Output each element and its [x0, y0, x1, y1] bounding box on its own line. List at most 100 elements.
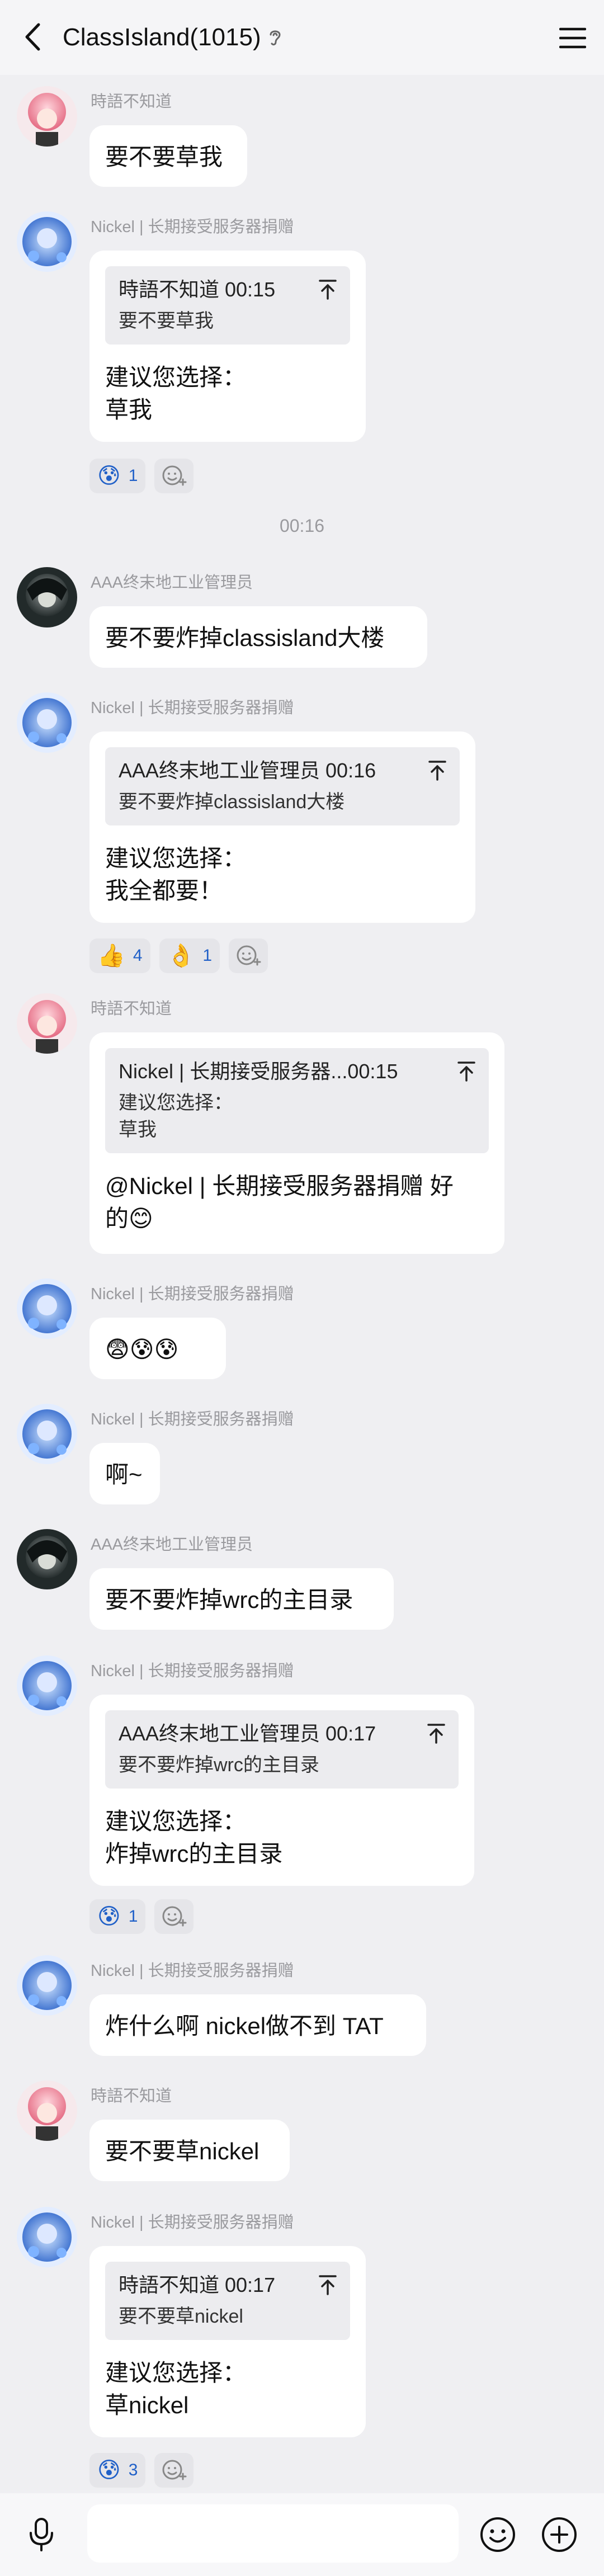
message-bubble[interactable]: 要不要草我 [89, 125, 247, 187]
arrow-up-to-line-icon[interactable] [318, 279, 338, 301]
message-bubble[interactable]: Nickel | 长期接受服务器...00:15 建议您选择： 草我 @Nick… [89, 1032, 504, 1254]
voice-button[interactable] [22, 2516, 60, 2554]
quote-body: 建议您选择： 草我 [119, 1089, 476, 1143]
message-text: 我全都要！ [105, 877, 223, 904]
reaction-emoji: 👍 [97, 943, 125, 968]
add-reaction-button[interactable] [154, 1899, 194, 1934]
avatar[interactable] [17, 1404, 77, 1464]
reaction-emoji: 😰 [97, 2458, 121, 2483]
quoted-message[interactable]: AAA终末地工业管理员 00:16 要不要炸掉classisland大楼 [105, 747, 460, 825]
quoted-message[interactable]: AAA终末地工业管理员 00:17 要不要炸掉wrc的主目录 [105, 1710, 459, 1789]
quoted-message[interactable]: Nickel | 长期接受服务器...00:15 建议您选择： 草我 [105, 1048, 489, 1153]
avatar[interactable] [17, 211, 77, 272]
quote-header: 時語不知道 00:15 [119, 278, 276, 301]
quote-line: 要不要炸掉wrc的主目录 [119, 1754, 319, 1776]
quote-line: 要不要草我 [119, 310, 214, 332]
quote-line: 要不要炸掉classisland大楼 [119, 791, 345, 813]
avatar[interactable] [17, 567, 77, 628]
reaction-count: 4 [133, 946, 143, 965]
message-text: @Nickel | 长期接受服务器捐赠 好 [105, 1173, 454, 1199]
more-actions-button[interactable] [540, 2516, 578, 2554]
reaction-chip[interactable]: 👍 4 [89, 938, 150, 973]
chat-title-area[interactable]: ClassIsland(1015) [63, 19, 282, 56]
quote-body: 要不要草nickel [119, 2303, 338, 2330]
message-text: 建议您选择： [105, 1808, 247, 1834]
add-reaction-icon [237, 945, 261, 966]
quote-line: 草我 [119, 1119, 157, 1140]
reaction-bar: 👍 4 👌 1 [89, 938, 268, 973]
quote-body: 要不要炸掉classisland大楼 [119, 789, 447, 815]
message-bubble[interactable]: 炸什么啊 nickel做不到 TAT [89, 1994, 426, 2056]
message-text: 要不要炸掉classisland大楼 [105, 625, 385, 651]
reaction-emoji: 👌 [167, 943, 195, 968]
avatar[interactable] [17, 86, 77, 147]
message-text: 😨😰😰 [105, 1336, 179, 1362]
arrow-up-to-line-icon[interactable] [426, 1723, 446, 1745]
message-bubble[interactable]: 時語不知道 00:17 要不要草nickel 建议您选择： 草nickel [89, 2246, 366, 2437]
sender-name: Nickel | 长期接受服务器捐赠 [91, 1662, 294, 1680]
message-text: 草我 [105, 397, 153, 423]
add-reaction-button[interactable] [229, 938, 268, 973]
avatar[interactable] [17, 2080, 77, 2141]
quote-line: 建议您选择： [119, 1092, 233, 1114]
sender-name: Nickel | 长期接受服务器捐赠 [91, 1285, 294, 1303]
sender-name: Nickel | 长期接受服务器捐赠 [91, 2214, 294, 2231]
chevron-left-icon [25, 23, 40, 51]
reaction-chip[interactable]: 😰 1 [89, 1899, 146, 1934]
message-bubble[interactable]: 時語不知道 00:15 要不要草我 建议您选择： 草我 [89, 251, 366, 442]
arrow-up-to-line-icon[interactable] [456, 1060, 476, 1083]
quote-body: 要不要炸掉wrc的主目录 [119, 1752, 446, 1778]
sender-name: Nickel | 长期接受服务器捐赠 [91, 1962, 294, 1980]
quoted-message[interactable]: 時語不知道 00:17 要不要草nickel [105, 2262, 350, 2340]
reaction-chip[interactable]: 😰 3 [89, 2453, 146, 2488]
message-text: 炸什么啊 nickel做不到 TAT [105, 2013, 384, 2039]
sender-name: Nickel | 长期接受服务器捐赠 [91, 699, 294, 717]
avatar[interactable] [17, 1955, 77, 2016]
reaction-emoji: 😰 [97, 1904, 121, 1929]
quote-header: AAA终末地工业管理员 00:17 [119, 1722, 376, 1745]
message-text: 要不要草我 [105, 144, 223, 170]
avatar[interactable] [17, 1529, 77, 1589]
avatar[interactable] [17, 1655, 77, 1716]
message-bubble[interactable]: 要不要草nickel [89, 2120, 290, 2181]
avatar[interactable] [17, 692, 77, 753]
sender-name: 時語不知道 [91, 2087, 172, 2105]
chat-title: ClassIsland(1015) [63, 23, 261, 51]
message-text: 炸掉wrc的主目录 [105, 1841, 283, 1867]
arrow-up-to-line-icon[interactable] [318, 2274, 338, 2296]
time-divider: 00:16 [279, 516, 325, 536]
input-bar [0, 2493, 604, 2576]
add-reaction-button[interactable] [154, 459, 194, 493]
quote-header: 時語不知道 00:17 [119, 2273, 276, 2296]
message-text: 建议您选择： [105, 364, 247, 390]
message-bubble[interactable]: 😨😰😰 [89, 1318, 226, 1379]
quote-header: AAA终末地工业管理员 00:16 [119, 759, 376, 782]
message-bubble[interactable]: 要不要炸掉classisland大楼 [89, 606, 427, 668]
reaction-emoji: 😰 [97, 464, 121, 488]
message-text: 要不要炸掉wrc的主目录 [105, 1587, 353, 1613]
menu-button[interactable] [556, 21, 589, 55]
sender-name: Nickel | 长期接受服务器捐赠 [91, 218, 294, 236]
back-button[interactable] [17, 21, 48, 53]
message-text: 啊~ [105, 1461, 143, 1488]
message-text: 要不要草nickel [105, 2138, 259, 2164]
emoji-button[interactable] [479, 2516, 517, 2554]
sender-name: AAA终末地工业管理员 [91, 574, 253, 592]
message-bubble[interactable]: 啊~ [89, 1443, 160, 1504]
message-bubble[interactable]: AAA终末地工业管理员 00:16 要不要炸掉classisland大楼 建议您… [89, 732, 475, 923]
avatar[interactable] [17, 1278, 77, 1339]
message-bubble[interactable]: 要不要炸掉wrc的主目录 [89, 1568, 394, 1630]
add-reaction-button[interactable] [154, 2453, 194, 2488]
reaction-chip[interactable]: 😰 1 [89, 459, 146, 493]
sender-name: AAA终末地工业管理员 [91, 1536, 253, 1554]
reaction-bar: 😰 1 [89, 1899, 194, 1934]
quote-body: 要不要草我 [119, 308, 338, 334]
message-input[interactable] [87, 2504, 459, 2563]
reaction-chip[interactable]: 👌 1 [159, 938, 220, 973]
avatar[interactable] [17, 993, 77, 1054]
arrow-up-to-line-icon[interactable] [427, 759, 447, 782]
message-text: 建议您选择： [105, 2360, 247, 2386]
avatar[interactable] [17, 2207, 77, 2267]
quoted-message[interactable]: 時語不知道 00:15 要不要草我 [105, 266, 350, 345]
message-bubble[interactable]: AAA终末地工业管理员 00:17 要不要炸掉wrc的主目录 建议您选择： 炸掉… [89, 1695, 474, 1886]
